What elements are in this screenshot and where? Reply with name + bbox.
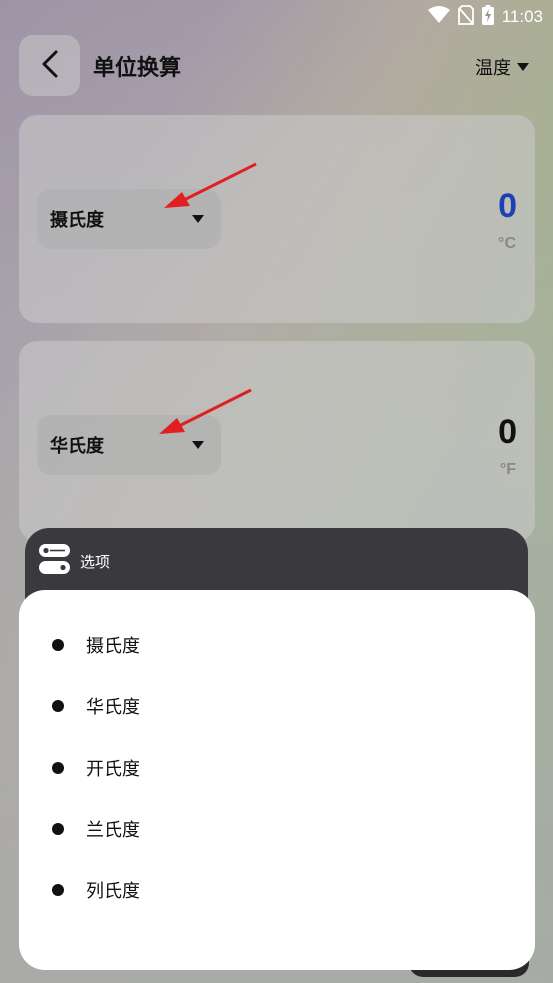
target-unit-card: 华氏度 0 °F [19, 341, 535, 541]
caret-down-icon [192, 441, 204, 449]
category-label: 温度 [475, 58, 511, 79]
back-button[interactable] [19, 35, 80, 96]
target-unit-symbol: °F [499, 461, 516, 478]
option-item-reaumur[interactable]: 列氏度 [52, 870, 140, 910]
chevron-left-icon [39, 49, 61, 83]
status-bar: 11:03 [0, 0, 553, 32]
option-label: 兰氏度 [86, 820, 140, 841]
no-sim-icon [457, 5, 474, 29]
bullet-icon [52, 639, 64, 651]
options-toggle-icon [38, 543, 71, 579]
status-time: 11:03 [501, 7, 543, 26]
wifi-icon [427, 6, 450, 28]
bullet-icon [52, 762, 64, 774]
bullet-icon [52, 823, 64, 835]
option-label: 摄氏度 [86, 636, 140, 657]
source-unit-label: 摄氏度 [50, 210, 104, 231]
caret-down-icon [192, 215, 204, 223]
source-unit-card: 摄氏度 0 °C [19, 115, 535, 323]
target-unit-label: 华氏度 [50, 436, 104, 457]
options-sheet-header: 选项 [38, 543, 110, 579]
option-label: 华氏度 [86, 697, 140, 718]
caret-down-icon [517, 63, 529, 71]
option-item-celsius[interactable]: 摄氏度 [52, 625, 140, 665]
option-label: 列氏度 [86, 881, 140, 902]
options-sheet-title: 选项 [80, 552, 111, 571]
bullet-icon [52, 700, 64, 712]
option-item-kelvin[interactable]: 开氏度 [52, 748, 140, 788]
category-dropdown[interactable]: 温度 [475, 54, 529, 80]
page-title: 单位换算 [93, 56, 182, 81]
battery-charging-icon [481, 5, 494, 29]
annotation-arrow-icon [164, 162, 257, 208]
option-label: 开氏度 [86, 759, 140, 780]
bullet-icon [52, 884, 64, 896]
source-unit-symbol: °C [498, 235, 516, 252]
option-item-rankine[interactable]: 兰氏度 [52, 809, 140, 849]
source-value[interactable]: 0 [498, 187, 517, 226]
target-value[interactable]: 0 [498, 413, 517, 452]
annotation-arrow-icon [159, 388, 252, 434]
option-item-fahrenheit[interactable]: 华氏度 [52, 686, 140, 726]
